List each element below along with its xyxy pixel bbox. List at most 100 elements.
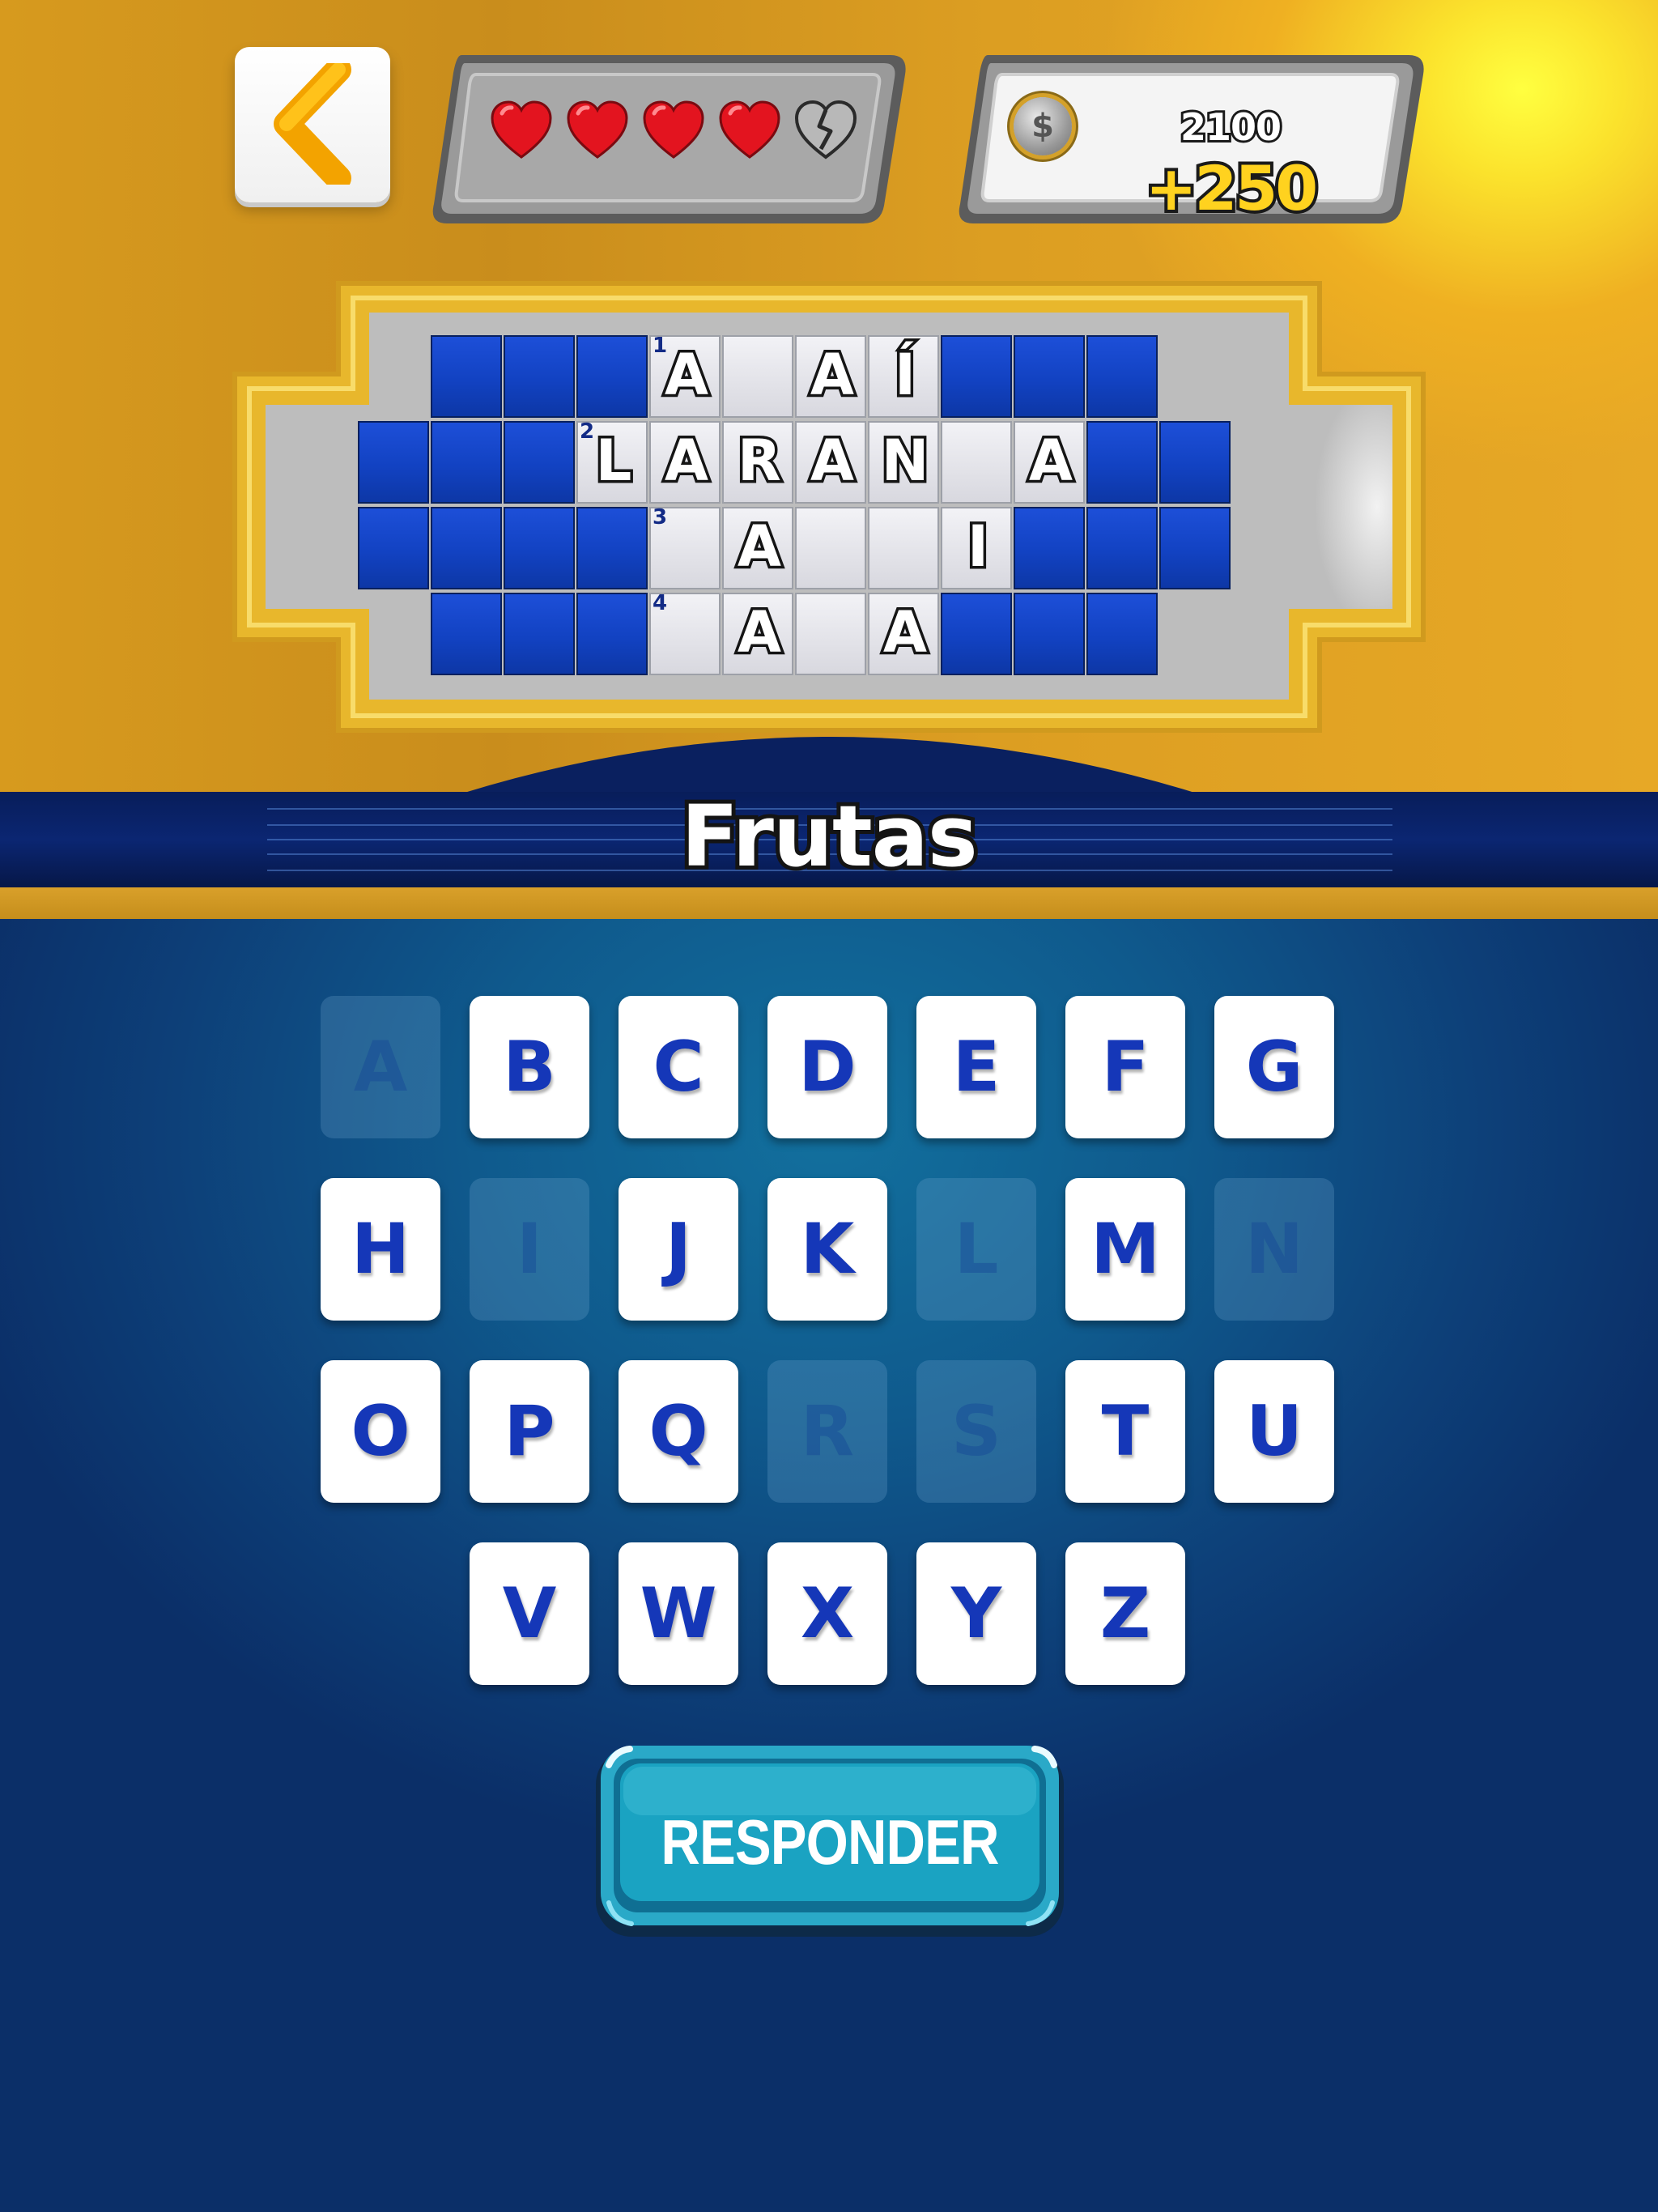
key-b[interactable]: B	[470, 996, 589, 1138]
board-letter-tile	[868, 507, 939, 589]
key-label: K	[800, 1209, 855, 1290]
board-letter-tile: I	[941, 507, 1012, 589]
board-letter: A	[807, 425, 857, 497]
key-n: N	[1214, 1178, 1334, 1321]
word-number: 3	[653, 505, 668, 530]
board-blank-tile	[431, 507, 502, 589]
key-e[interactable]: E	[916, 996, 1036, 1138]
answer-button-label: RESPONDER	[661, 1806, 999, 1878]
board-blank-tile	[576, 593, 648, 675]
board-letter-tile: A1	[649, 334, 721, 418]
key-r: R	[767, 1360, 887, 1503]
board-letter-tile: N	[868, 421, 939, 504]
board-letter-tile: 4	[649, 591, 721, 675]
board-letter: A	[734, 511, 784, 583]
key-s: S	[916, 1360, 1036, 1503]
board-blank-tile	[1159, 421, 1231, 504]
board-blank-tile	[576, 507, 648, 589]
key-label: R	[800, 1391, 855, 1472]
key-f[interactable]: F	[1065, 996, 1185, 1138]
board-letter-tile: A	[868, 593, 939, 675]
word-number: 1	[653, 334, 668, 358]
board-blank-tile	[431, 593, 502, 675]
key-o[interactable]: O	[321, 1360, 440, 1503]
key-label: P	[504, 1391, 555, 1472]
key-j[interactable]: J	[619, 1178, 738, 1321]
key-u[interactable]: U	[1214, 1360, 1334, 1503]
board-blank-tile	[1014, 507, 1085, 589]
key-label: T	[1101, 1391, 1150, 1472]
key-p[interactable]: P	[470, 1360, 589, 1503]
key-w[interactable]: W	[619, 1542, 738, 1685]
key-x[interactable]: X	[767, 1542, 887, 1685]
board-letter-tile: A	[649, 421, 721, 504]
board-blank-tile	[431, 335, 502, 418]
key-label: E	[952, 1027, 1001, 1108]
key-label: U	[1246, 1391, 1303, 1472]
board-blank-tile	[1086, 507, 1158, 589]
board-letter: A	[1026, 425, 1075, 497]
key-label: S	[951, 1391, 1001, 1472]
board-letter: A	[734, 597, 784, 669]
word-number: 4	[653, 591, 668, 615]
board-letter-tile	[941, 421, 1012, 504]
board-letter-tile: R	[722, 421, 793, 504]
key-h[interactable]: H	[321, 1178, 440, 1321]
board-letter-tile	[795, 507, 866, 589]
board-blank-tile	[1086, 593, 1158, 675]
board-blank-tile	[1014, 593, 1085, 675]
key-label: J	[665, 1209, 691, 1290]
key-label: D	[798, 1027, 857, 1108]
key-m[interactable]: M	[1065, 1178, 1185, 1321]
key-label: C	[653, 1027, 704, 1108]
board-letter-tile: L2	[576, 419, 648, 504]
key-label: G	[1245, 1027, 1303, 1108]
divider	[0, 887, 1658, 919]
key-label: I	[517, 1209, 542, 1290]
board-letter-tile	[795, 593, 866, 675]
board-letter-tile	[722, 335, 793, 418]
board-blank-tile	[358, 421, 429, 504]
answer-button[interactable]: RESPONDER	[591, 1741, 1069, 1943]
key-label: H	[351, 1209, 410, 1290]
key-label: B	[503, 1027, 556, 1108]
key-label: M	[1090, 1209, 1160, 1290]
category-title: Frutas	[677, 783, 982, 890]
key-z[interactable]: Z	[1065, 1542, 1185, 1685]
board-letter: Í	[891, 339, 918, 411]
key-y[interactable]: Y	[916, 1542, 1036, 1685]
board-letter-tile: A	[722, 593, 793, 675]
board-blank-tile	[941, 335, 1012, 418]
key-i: I	[470, 1178, 589, 1321]
key-label: L	[954, 1209, 999, 1290]
key-g[interactable]: G	[1214, 996, 1334, 1138]
key-label: W	[640, 1573, 717, 1654]
board-blank-tile	[504, 507, 575, 589]
board-blank-tile	[1086, 335, 1158, 418]
key-l: L	[916, 1178, 1036, 1321]
board-blank-tile	[504, 593, 575, 675]
board-letter: A	[880, 597, 929, 669]
key-label: V	[502, 1573, 557, 1654]
key-label: Q	[648, 1391, 708, 1472]
key-v[interactable]: V	[470, 1542, 589, 1685]
key-label: N	[1245, 1209, 1303, 1290]
board-letter-tile: Í	[868, 335, 939, 418]
board-letter-tile: A	[722, 507, 793, 589]
key-t[interactable]: T	[1065, 1360, 1185, 1503]
key-k[interactable]: K	[767, 1178, 887, 1321]
key-d[interactable]: D	[767, 996, 887, 1138]
board-blank-tile	[504, 421, 575, 504]
key-label: X	[800, 1573, 855, 1654]
board-letter-tile: A	[795, 421, 866, 504]
key-q[interactable]: Q	[619, 1360, 738, 1503]
board-letter-tile: A	[795, 335, 866, 418]
board-blank-tile	[358, 507, 429, 589]
board-letter-tile: 3	[649, 505, 721, 589]
board-letter: A	[661, 425, 711, 497]
board-letter: I	[964, 511, 991, 583]
key-c[interactable]: C	[619, 996, 738, 1138]
board-letter: A	[807, 339, 857, 411]
board-blank-tile	[576, 335, 648, 418]
board-letter-tile: A	[1014, 421, 1085, 504]
